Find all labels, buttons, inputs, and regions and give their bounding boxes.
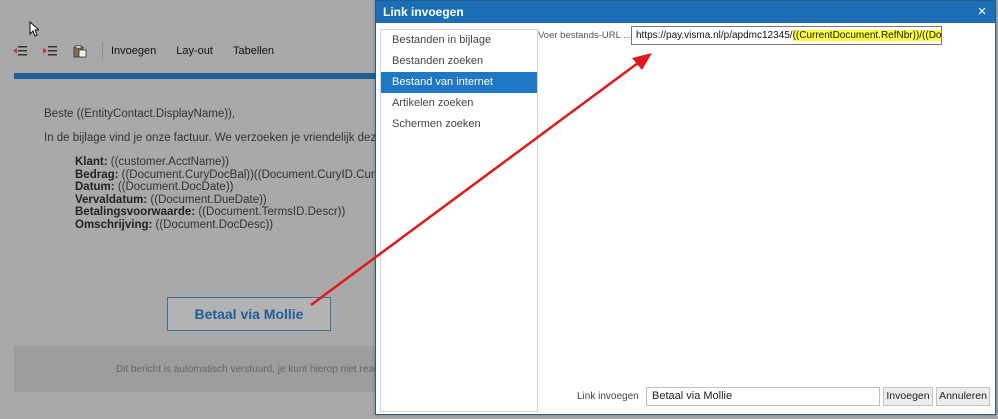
field-label: Datum:	[75, 181, 115, 193]
toolbar-separator	[102, 42, 103, 60]
dialog-title: Link invoegen	[383, 5, 464, 19]
tab-invoegen[interactable]: Invoegen	[111, 45, 156, 57]
field-datum: Datum: ((Document.DocDate))	[75, 181, 380, 194]
paste-icon[interactable]	[72, 44, 88, 58]
insert-link-dialog: Link invoegen × Bestanden in bijlage Bes…	[375, 0, 996, 415]
field-label: Betalingsvoorwaarde:	[75, 206, 196, 218]
field-value: ((Document.DocDesc))	[152, 218, 274, 231]
field-label: Vervaldatum:	[75, 193, 148, 206]
invoice-fields: Klant: ((customer.AcctName)) Bedrag: ((D…	[75, 156, 380, 231]
field-omschrijving: Omschrijving: ((Document.DocDesc))	[75, 219, 380, 232]
field-bedrag: Bedrag: ((Document.CuryDocBal))((Documen…	[75, 169, 380, 182]
field-value: ((Document.DocDate))	[114, 181, 234, 193]
url-highlighted-text: ((CurrentDocument.RefNbr))/((Document	[792, 30, 941, 41]
source-search-articles[interactable]: Artikelen zoeken	[381, 93, 537, 114]
link-source-list: Bestanden in bijlage Bestanden zoeken Be…	[380, 29, 538, 412]
tab-tabellen[interactable]: Tabellen	[233, 45, 274, 57]
header-color-bar	[14, 73, 380, 79]
footer-text: Dit bericht is automatisch verstuurd, je…	[116, 364, 400, 375]
url-text: https://pay.visma.nl/p/apdmc12345/	[636, 30, 793, 41]
file-url-input[interactable]: https://pay.visma.nl/p/apdmc12345/((Curr…	[631, 26, 942, 45]
field-value: ((Document.DueDate))	[147, 193, 267, 206]
field-vervaldatum: Vervaldatum: ((Document.DueDate))	[75, 194, 380, 207]
link-text-input[interactable]: Betaal via Mollie	[646, 387, 880, 406]
outdent-icon[interactable]	[12, 44, 28, 58]
dialog-titlebar: Link invoegen ×	[376, 1, 995, 23]
field-value: ((customer.AcctName))	[107, 156, 230, 168]
email-footer: Dit bericht is automatisch verstuurd, je…	[14, 346, 399, 392]
email-body[interactable]: Beste ((EntityContact.DisplayName)), In …	[44, 108, 380, 231]
field-betalingsvoorwaarde: Betalingsvoorwaarde: ((Document.TermsID.…	[75, 206, 380, 219]
field-value: ((Document.TermsID.Descr))	[195, 206, 346, 218]
insert-button[interactable]: Invoegen	[883, 387, 933, 406]
source-attachments[interactable]: Bestanden in bijlage	[381, 30, 537, 51]
url-field-label: Voer bestands-URL ...	[538, 30, 632, 41]
close-icon[interactable]: ×	[975, 4, 989, 19]
mouse-cursor-icon	[29, 21, 39, 37]
link-text-label: Link invoegen	[577, 391, 639, 402]
field-label: Klant:	[75, 156, 108, 168]
greeting-line: Beste ((EntityContact.DisplayName)),	[44, 108, 236, 120]
source-internet-file[interactable]: Bestand van internet	[381, 72, 537, 93]
editor-toolbar: Invoegen Lay-out Tabellen	[0, 36, 380, 66]
tab-lay-out[interactable]: Lay-out	[176, 45, 213, 57]
source-search-screens[interactable]: Schermen zoeken	[381, 114, 537, 135]
indent-icon[interactable]	[42, 44, 58, 58]
intro-line: In de bijlage vind je onze factuur. We v…	[44, 132, 380, 144]
field-label: Bedrag:	[75, 168, 119, 181]
source-search-files[interactable]: Bestanden zoeken	[381, 51, 537, 72]
cancel-button[interactable]: Annuleren	[936, 387, 990, 406]
field-klant: Klant: ((customer.AcctName))	[75, 156, 380, 169]
pay-via-mollie-button[interactable]: Betaal via Mollie	[167, 297, 331, 331]
field-label: Omschrijving:	[75, 218, 153, 231]
field-value: ((Document.CuryDocBal))((Document.CuryID…	[118, 168, 380, 181]
